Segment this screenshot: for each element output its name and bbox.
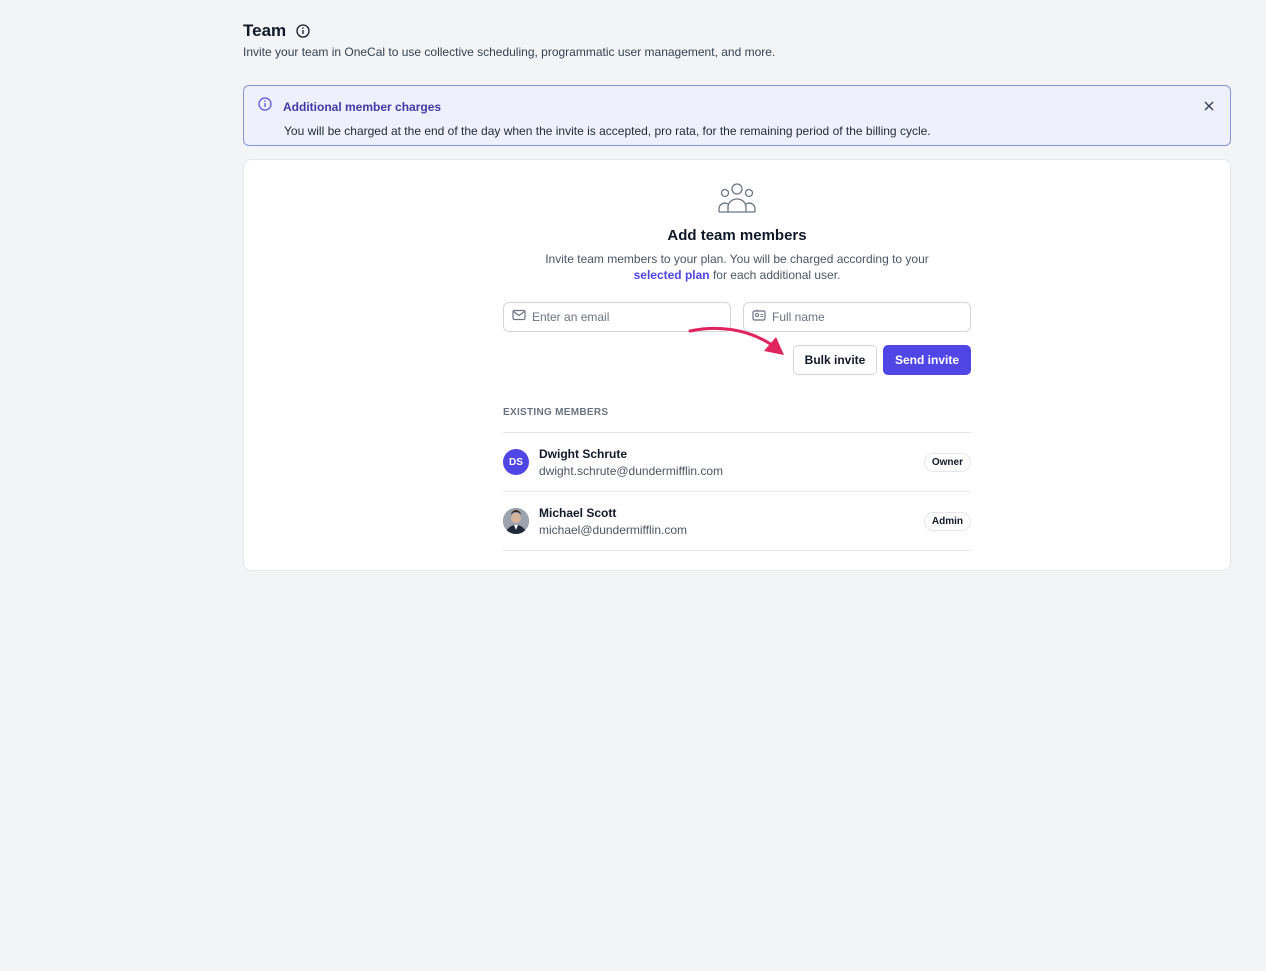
- member-row: DS Dwight Schrute dwight.schrute@dunderm…: [503, 433, 971, 492]
- id-card-icon: [752, 308, 766, 326]
- member-name: Dwight Schrute: [539, 446, 628, 461]
- mail-icon: [512, 308, 526, 326]
- add-members-card: Add team members Invite team members to …: [243, 159, 1231, 571]
- member-email: dwight.schrute@dundermifflin.com: [539, 463, 724, 478]
- page-subtitle: Invite your team in OneCal to use collec…: [243, 45, 776, 59]
- member-row: Michael Scott michael@dundermifflin.com …: [503, 492, 971, 551]
- selected-plan-link[interactable]: selected plan: [634, 268, 710, 282]
- card-description-line1: Invite team members to your plan. You wi…: [545, 252, 929, 266]
- card-description-line2: for each additional user.: [709, 268, 841, 282]
- users-icon: [718, 183, 756, 213]
- info-icon[interactable]: [295, 23, 311, 39]
- full-name-input[interactable]: [772, 310, 962, 324]
- team-page: Team Invite your team in OneCal to use c…: [243, 20, 1231, 571]
- page-header: Team: [243, 20, 1231, 42]
- avatar: DS: [503, 449, 529, 475]
- card-title: Add team members: [667, 227, 807, 244]
- user-photo-icon: [503, 508, 529, 534]
- email-input[interactable]: [532, 310, 722, 324]
- members-list: DS Dwight Schrute dwight.schrute@dunderm…: [503, 432, 971, 551]
- member-email: michael@dundermifflin.com: [539, 522, 688, 537]
- avatar: [503, 508, 529, 534]
- alert-title: Additional member charges: [283, 99, 442, 114]
- alert-text: You will be charged at the end of the da…: [284, 124, 931, 138]
- close-icon[interactable]: [1202, 99, 1216, 113]
- card-description: Invite team members to your plan. You wi…: [244, 251, 1230, 283]
- page-title: Team: [243, 21, 287, 40]
- pointer-arrow: [688, 326, 784, 355]
- role-badge: Admin: [923, 512, 971, 531]
- billing-alert: Additional member charges You will be ch…: [243, 85, 1231, 146]
- send-invite-button[interactable]: Send invite: [883, 345, 971, 375]
- existing-members-label: EXISTING MEMBERS: [503, 407, 609, 418]
- role-badge: Owner: [923, 453, 971, 472]
- member-name: Michael Scott: [539, 505, 617, 520]
- info-icon: [258, 97, 272, 116]
- bulk-invite-button[interactable]: Bulk invite: [793, 345, 877, 375]
